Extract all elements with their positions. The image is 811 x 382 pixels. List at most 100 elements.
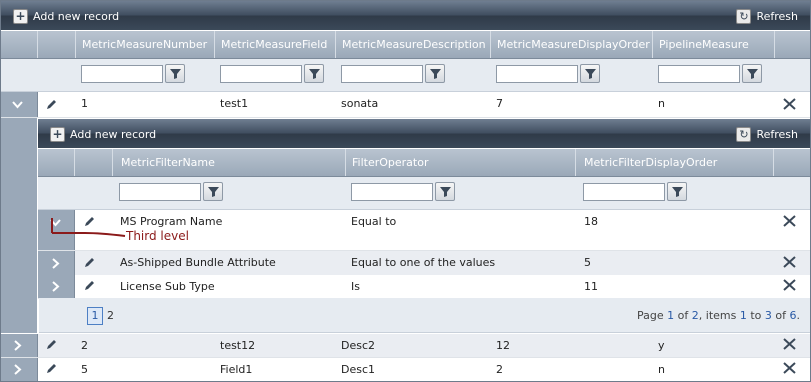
master-filter-row — [1, 59, 810, 92]
master-header-row: MetricMeasureNumber MetricMeasureField M… — [1, 31, 810, 59]
col-filter-operator[interactable]: FilterOperator — [345, 149, 570, 176]
funnel-icon — [309, 69, 320, 79]
detail-refresh-button[interactable]: ↻ Refresh — [736, 126, 798, 142]
pager-text: . — [796, 309, 801, 322]
cell-display-order: 7 — [496, 97, 503, 110]
cell-filter-name: License Sub Type — [120, 280, 215, 293]
col-metric-measure-display-order[interactable]: MetricMeasureDisplayOrder — [490, 31, 653, 58]
pager-info: Page 1 of 2, items 1 to 3 of 6. — [637, 307, 800, 325]
refresh-label: Refresh — [756, 9, 798, 23]
funnel-icon — [170, 69, 181, 79]
filter-input-operator[interactable] — [351, 183, 433, 201]
filter-button-description[interactable] — [425, 64, 445, 83]
expand-column-header — [1, 31, 37, 58]
col-pipeline-measure[interactable]: PipelineMeasure — [652, 31, 775, 58]
edit-pencil-icon[interactable] — [45, 338, 58, 351]
filter-button-field[interactable] — [304, 64, 324, 83]
cell-filter-operator: Equal to one of the values — [351, 256, 496, 269]
expand-chevron-right-icon[interactable] — [52, 281, 60, 292]
refresh-button[interactable]: ↻ Refresh — [736, 8, 798, 24]
funnel-icon — [430, 69, 441, 79]
cell-filter-operator: Equal to — [351, 215, 397, 228]
edit-pencil-icon[interactable] — [45, 98, 58, 111]
detail-add-new-record-label: Add new record — [70, 127, 157, 141]
detail-toolbar: + Add new record ↻ Refresh — [38, 119, 810, 148]
col-metric-measure-number[interactable]: MetricMeasureNumber — [75, 31, 210, 58]
cell-pipeline: y — [658, 339, 665, 352]
pager-text: , items — [698, 309, 740, 322]
master-grid: + Add new record ↻ Refresh MetricMeasure… — [0, 0, 811, 382]
plus-icon: + — [13, 8, 28, 24]
cell-number: 2 — [81, 339, 88, 352]
detail-header-row: MetricFilterName FilterOperator MetricFi… — [38, 149, 810, 177]
filter-button-operator[interactable] — [435, 182, 455, 201]
delete-x-icon[interactable] — [783, 98, 796, 110]
page-link-2[interactable]: 2 — [107, 307, 114, 325]
plus-icon: + — [50, 126, 65, 142]
filter-input-filter-display-order[interactable] — [583, 183, 665, 201]
filter-input-field[interactable] — [220, 65, 302, 83]
filter-button-number[interactable] — [165, 64, 185, 83]
cell-filter-display-order: 18 — [584, 215, 598, 228]
col-metric-filter-name[interactable]: MetricFilterName — [112, 149, 339, 176]
filter-button-filter-name[interactable] — [203, 182, 223, 201]
delete-x-icon[interactable] — [783, 279, 796, 291]
edit-column-header — [37, 31, 74, 58]
filter-input-pipeline[interactable] — [658, 65, 740, 83]
add-new-record-button[interactable]: + Add new record — [13, 8, 119, 24]
cell-filter-display-order: 11 — [584, 280, 598, 293]
cell-number: 5 — [81, 363, 88, 376]
edit-pencil-icon[interactable] — [45, 362, 58, 375]
detail-filter-row — [38, 177, 810, 210]
refresh-icon: ↻ — [736, 8, 752, 24]
edit-pencil-icon[interactable] — [83, 256, 96, 269]
delete-column-header — [774, 31, 810, 58]
detail-edit-column-header — [74, 149, 111, 176]
detail-add-new-record-button[interactable]: + Add new record — [50, 126, 156, 142]
filter-button-pipeline[interactable] — [742, 64, 762, 83]
cell-pipeline: n — [658, 363, 665, 376]
funnel-icon — [672, 187, 683, 197]
page-link-1[interactable]: 1 — [87, 307, 103, 325]
filter-input-description[interactable] — [341, 65, 423, 83]
master-toolbar: + Add new record ↻ Refresh — [1, 1, 810, 30]
detail-expand-column-header — [38, 149, 74, 176]
cell-description: sonata — [341, 97, 379, 110]
detail-row-3[interactable]: License Sub Type Is 11 — [38, 275, 810, 299]
pager-text: Page — [637, 309, 668, 322]
delete-x-icon[interactable] — [783, 362, 796, 374]
col-metric-measure-field[interactable]: MetricMeasureField — [214, 31, 335, 58]
annotation-arrow — [51, 218, 126, 237]
funnel-icon — [585, 69, 596, 79]
cell-pipeline: n — [658, 97, 665, 110]
filter-input-filter-name[interactable] — [119, 183, 201, 201]
cell-display-order: 12 — [496, 339, 510, 352]
delete-x-icon[interactable] — [783, 215, 796, 227]
expand-chevron-right-icon[interactable] — [52, 258, 60, 269]
cell-display-order: 2 — [496, 363, 503, 376]
funnel-icon — [208, 187, 219, 197]
delete-x-icon[interactable] — [783, 256, 796, 268]
filter-button-filter-display-order[interactable] — [667, 182, 687, 201]
detail-row-2[interactable]: As-Shipped Bundle Attribute Equal to one… — [38, 251, 810, 276]
pager-text: of — [674, 309, 692, 322]
pager-text: of — [771, 309, 790, 322]
delete-x-icon[interactable] — [783, 338, 796, 350]
master-row-2[interactable]: 2 test12 Desc2 12 y — [1, 334, 810, 358]
pager-total-items: 6 — [789, 309, 797, 322]
cell-filter-operator: Is — [351, 280, 360, 293]
detail-refresh-label: Refresh — [756, 127, 798, 141]
collapse-chevron-down-icon[interactable] — [12, 101, 23, 109]
master-row-1[interactable]: 1 test1 sonata 7 n — [1, 92, 810, 118]
filter-input-display-order[interactable] — [496, 65, 578, 83]
col-metric-filter-display-order[interactable]: MetricFilterDisplayOrder — [575, 149, 774, 176]
col-metric-measure-description[interactable]: MetricMeasureDescription — [335, 31, 486, 58]
master-row-3[interactable]: 5 Field1 Desc1 2 n — [1, 358, 810, 381]
cell-description: Desc1 — [341, 363, 376, 376]
filter-button-display-order[interactable] — [580, 64, 600, 83]
expand-chevron-right-icon[interactable] — [14, 340, 22, 351]
expand-chevron-right-icon[interactable] — [14, 364, 22, 375]
filter-input-number[interactable] — [81, 65, 163, 83]
pager-text: to — [746, 309, 765, 322]
edit-pencil-icon[interactable] — [83, 279, 96, 292]
